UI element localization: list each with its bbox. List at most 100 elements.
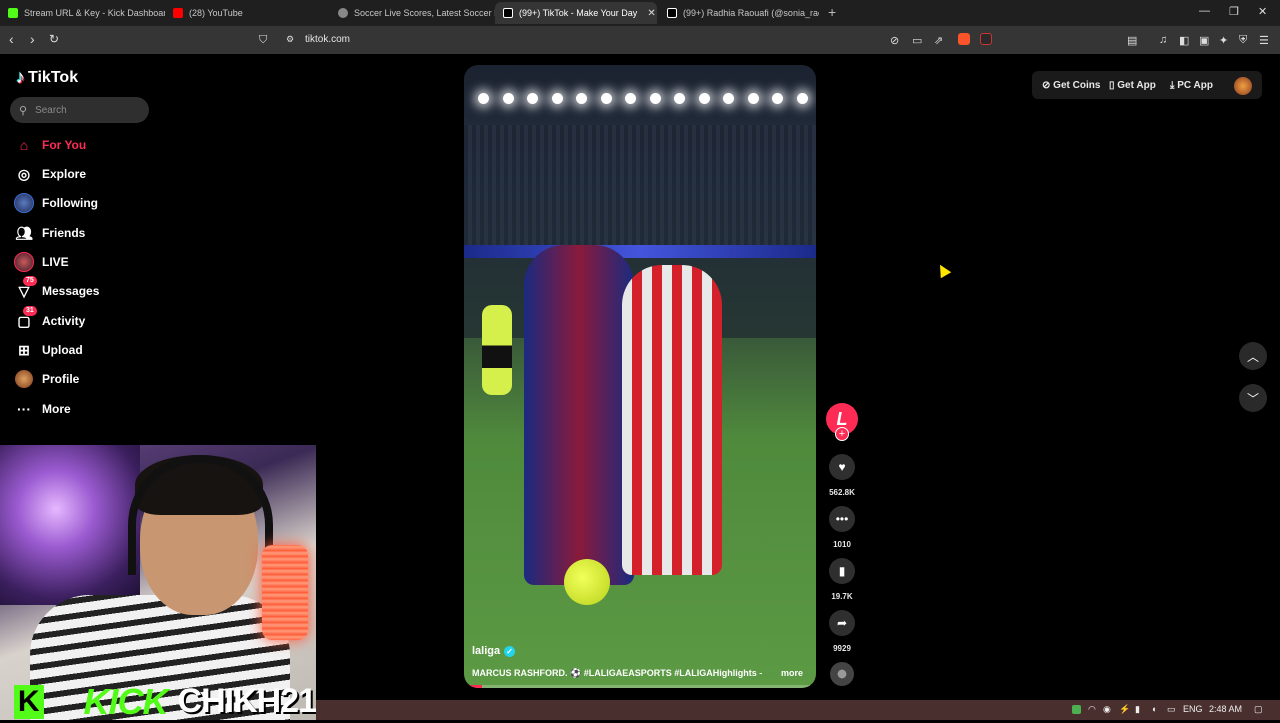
language-indicator[interactable]: ENG: [1183, 704, 1203, 714]
mic-tray-icon[interactable]: ▮: [1135, 704, 1140, 715]
previous-video-button[interactable]: ︿: [1239, 342, 1267, 370]
cast-icon[interactable]: ▭: [912, 34, 922, 47]
wallet-icon[interactable]: ▣: [1199, 34, 1209, 47]
video-progress-bar[interactable]: [464, 685, 816, 688]
pc-app-label: PC App: [1177, 80, 1213, 91]
url-field[interactable]: tiktok.com: [305, 34, 350, 45]
panel-icon[interactable]: ◧: [1179, 34, 1189, 47]
restore-icon[interactable]: ❐: [1229, 5, 1239, 18]
sidebar-toggle-icon[interactable]: ▤: [1127, 34, 1137, 47]
tiktok-note-icon: ♪: [16, 67, 25, 87]
sidebar-item-following[interactable]: Following: [14, 192, 98, 214]
network-icon[interactable]: ▭: [1167, 704, 1176, 715]
clock[interactable]: 2:48 AM: [1209, 704, 1242, 714]
player-barcelona: [524, 245, 634, 585]
logo-text: TikTok: [28, 68, 79, 86]
sidebar-item-explore[interactable]: ◎ Explore: [14, 163, 86, 185]
sidebar-item-friends[interactable]: 👥︎ Friends: [14, 222, 85, 244]
video-player[interactable]: laliga ✓ MARCUS RASHFORD. ⚽ #LALIGAEASPO…: [464, 65, 816, 688]
tiktok-logo[interactable]: ♪ TikTok: [16, 67, 78, 88]
nvidia-tray-icon[interactable]: [1072, 705, 1081, 714]
following-icon: [14, 193, 34, 213]
activity-badge: 31: [23, 306, 37, 316]
browser-tab-bar: Stream URL & Key - Kick Dashboard (28) Y…: [0, 0, 1280, 26]
tab-title: (28) YouTube: [189, 8, 243, 18]
sidebar-item-activity[interactable]: ▢ 31 Activity: [14, 306, 85, 332]
tab-kick-dashboard[interactable]: Stream URL & Key - Kick Dashboard: [0, 2, 165, 24]
steam-tray-icon[interactable]: ◉: [1103, 704, 1111, 715]
sidebar-item-label: LIVE: [42, 255, 69, 269]
close-tab-icon[interactable]: ✕: [647, 8, 655, 19]
sidebar-item-label: Upload: [42, 343, 83, 357]
video-author[interactable]: laliga ✓: [472, 645, 516, 657]
heart-icon: ♥: [838, 460, 846, 474]
streamer-username: CHIKH21: [177, 682, 317, 720]
friends-icon: 👥︎: [15, 224, 33, 241]
share-icon[interactable]: ⇗: [934, 34, 943, 47]
app-tray-icon[interactable]: ⚡: [1119, 704, 1130, 715]
new-tab-button[interactable]: +: [828, 4, 836, 20]
pc-app-link[interactable]: ⤓ PC App: [1170, 80, 1213, 91]
more-icon: ···: [17, 401, 31, 417]
sidebar-item-label: Friends: [42, 226, 86, 240]
sidebar-item-live[interactable]: LIVE: [14, 251, 69, 273]
back-icon[interactable]: ‹: [9, 31, 14, 47]
share-button[interactable]: ➦: [829, 610, 855, 636]
sidebar-item-label: Profile: [42, 372, 80, 386]
sidebar-item-messages[interactable]: ▽ 75 Messages: [14, 276, 100, 302]
bookmark-icon[interactable]: ⛉: [259, 34, 267, 47]
volume-icon[interactable]: ◖: [1151, 704, 1156, 714]
notification-icon[interactable]: ▢: [1254, 704, 1263, 715]
sidebar-item-upload[interactable]: ⊞ Upload: [14, 339, 83, 361]
tab-soccer-scores[interactable]: Soccer Live Scores, Latest Soccer Res: [330, 2, 495, 24]
search-box[interactable]: ⚲: [10, 97, 149, 123]
galaxy-projector-light: [0, 445, 140, 605]
forward-icon[interactable]: ›: [30, 31, 35, 47]
stadium-stands: [464, 125, 816, 245]
comment-button[interactable]: •••: [829, 506, 855, 532]
music-icon[interactable]: ♫: [1159, 34, 1167, 46]
tab-tiktok[interactable]: (99+) TikTok - Make Your Day ✕: [495, 2, 657, 24]
get-coins-link[interactable]: ⊘ Get Coins: [1042, 80, 1100, 91]
user-avatar[interactable]: [1234, 77, 1252, 95]
sidebar-item-label: For You: [42, 138, 87, 152]
follow-plus-icon[interactable]: +: [835, 427, 849, 441]
home-icon: ⌂: [19, 137, 29, 153]
sidebar-item-more[interactable]: ··· More: [14, 398, 71, 420]
vpn-icon[interactable]: ⛨: [1239, 34, 1247, 47]
address-bar-row: ‹ › ↻ ⛉ ⚙ tiktok.com ⊘ ▭ ⇗ ▤ ♫ ◧ ▣ ✦ ⛨ ☰: [0, 26, 1280, 54]
share-count: 9929: [833, 644, 851, 653]
rewards-icon[interactable]: [980, 33, 992, 45]
no-translate-icon[interactable]: ⊘: [890, 34, 899, 47]
search-icon: ⚲: [19, 104, 28, 117]
save-button[interactable]: ▮: [829, 558, 855, 584]
brave-shield-icon[interactable]: [958, 33, 970, 45]
search-input[interactable]: [33, 103, 138, 117]
tab-tiktok-profile[interactable]: (99+) Radhia Raouafi (@sonia_raouaf: [659, 2, 819, 24]
video-caption: MARCUS RASHFORD. ⚽ #LALIGAEASPORTS #LALI…: [472, 668, 762, 678]
sidebar-item-for-you[interactable]: ⌂ For You: [14, 134, 86, 156]
chevron-up-icon: ︿: [1246, 349, 1259, 364]
like-button[interactable]: ♥: [829, 454, 855, 480]
kick-logo-icon: K: [14, 684, 44, 719]
comment-count: 1010: [833, 540, 851, 549]
caption-more-button[interactable]: more: [781, 668, 803, 678]
minimize-icon[interactable]: —: [1199, 5, 1210, 17]
leo-ai-icon[interactable]: ✦: [1219, 34, 1228, 47]
get-app-link[interactable]: ▯ Get App: [1109, 80, 1156, 91]
save-count: 19.7K: [831, 592, 853, 601]
sidebar-item-label: Messages: [42, 284, 100, 298]
compass-icon: ◎: [17, 165, 31, 182]
microphone-light: [262, 545, 308, 640]
sidebar-item-profile[interactable]: Profile: [14, 368, 79, 390]
close-window-icon[interactable]: ✕: [1258, 5, 1267, 18]
tab-youtube[interactable]: (28) YouTube: [165, 2, 330, 24]
site-info-icon[interactable]: ⚙: [286, 34, 294, 45]
reload-icon[interactable]: ↻: [49, 32, 59, 46]
next-video-button[interactable]: ﹀: [1239, 384, 1267, 412]
headset-tray-icon[interactable]: ◠: [1088, 704, 1096, 715]
tab-title: Soccer Live Scores, Latest Soccer Res: [354, 8, 495, 18]
sidebar-item-label: Explore: [42, 167, 87, 181]
menu-icon[interactable]: ☰: [1259, 34, 1269, 47]
music-disc-icon[interactable]: [830, 662, 854, 686]
